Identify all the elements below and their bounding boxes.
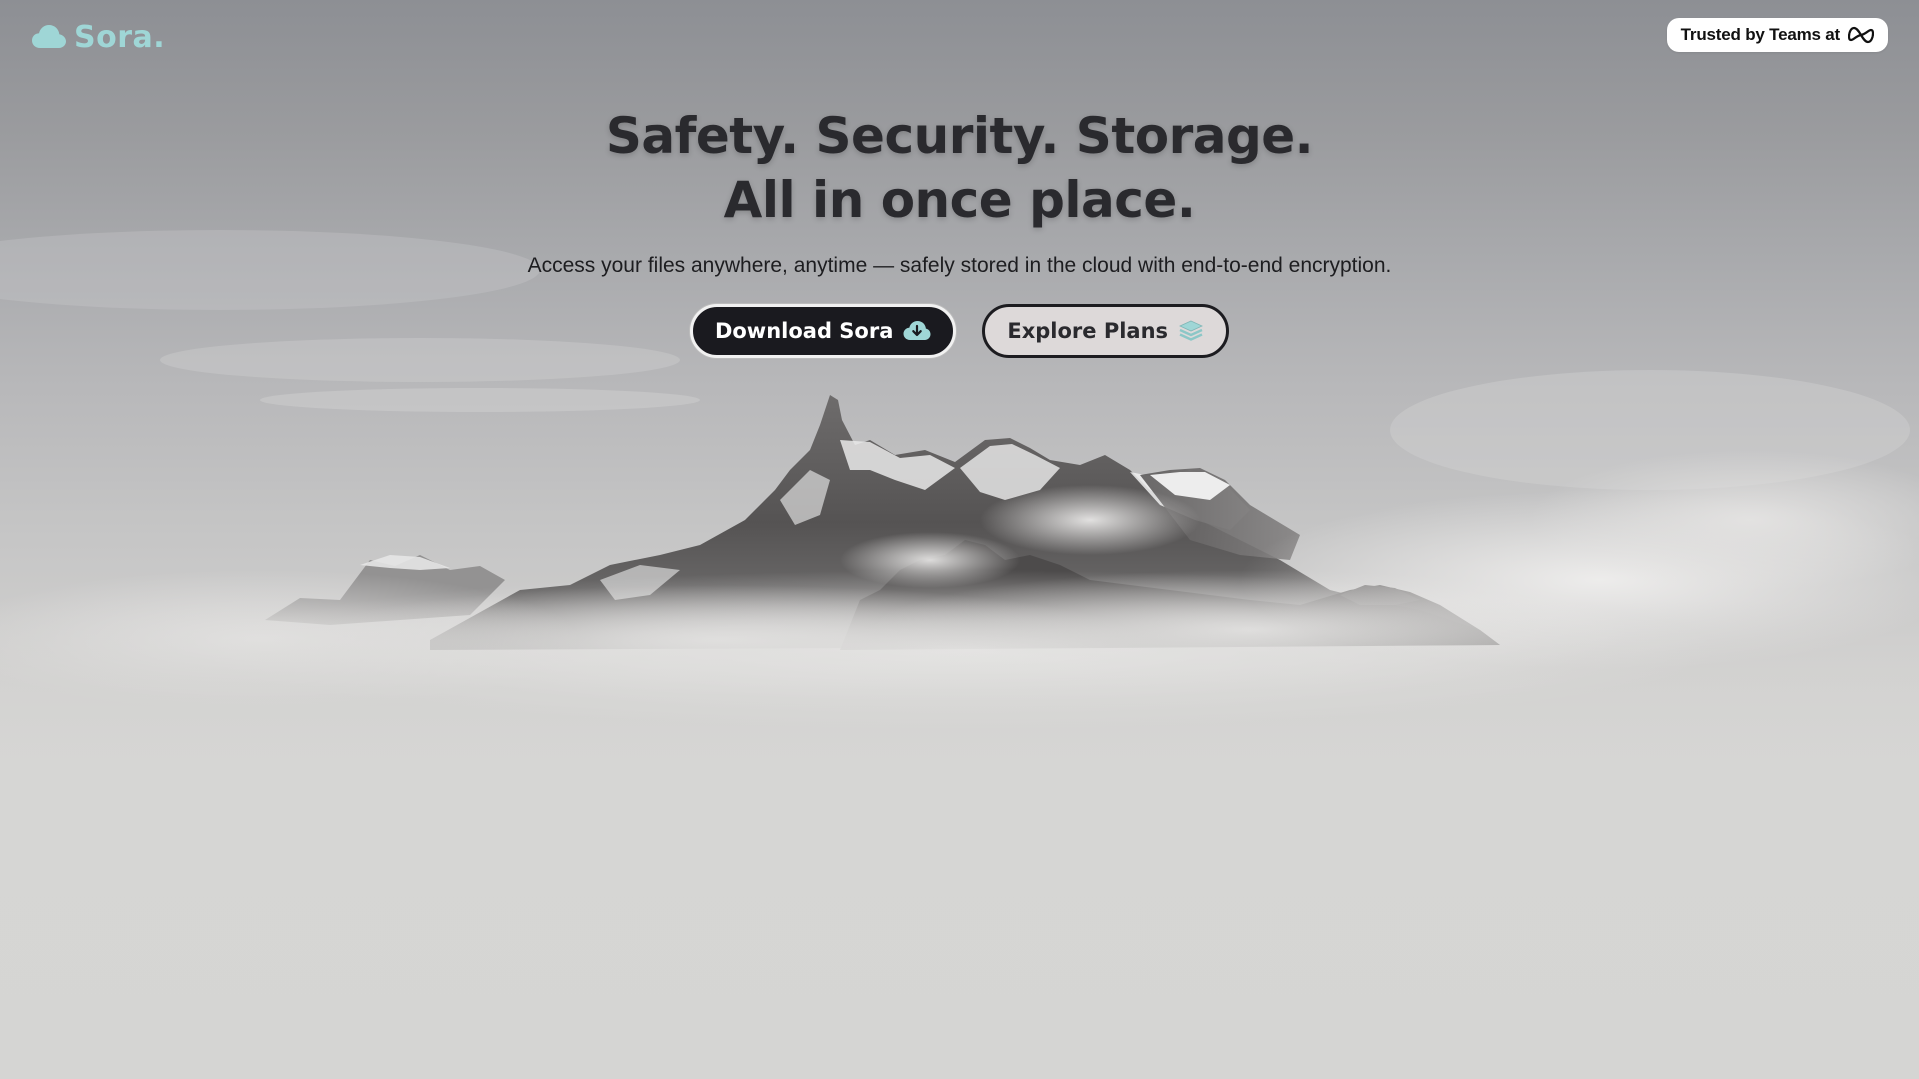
cloud-download-icon bbox=[903, 320, 931, 342]
hero-section: Safety. Security. Storage. All in once p… bbox=[0, 104, 1919, 358]
brand-name: Sora. bbox=[74, 19, 166, 55]
download-button-label: Download Sora bbox=[714, 319, 894, 343]
headline-line-2: All in once place. bbox=[723, 171, 1196, 229]
download-button[interactable]: Download Sora bbox=[689, 304, 957, 358]
explore-plans-button-label: Explore Plans bbox=[1007, 319, 1169, 343]
meta-logo-icon bbox=[1848, 26, 1874, 44]
hero-subtitle: Access your files anywhere, anytime — sa… bbox=[527, 254, 1392, 277]
trust-badge: Trusted by Teams at bbox=[1666, 18, 1888, 52]
cta-group: Download Sora Explore Plans bbox=[0, 304, 1919, 358]
cloud-icon bbox=[32, 24, 66, 50]
explore-plans-button[interactable]: Explore Plans bbox=[982, 304, 1230, 358]
headline-line-1: Safety. Security. Storage. bbox=[605, 107, 1314, 165]
brand-logo[interactable]: Sora. bbox=[32, 18, 165, 56]
trust-badge-label: Trusted by Teams at bbox=[1680, 25, 1841, 44]
layers-icon bbox=[1178, 318, 1204, 344]
hero-headline: Safety. Security. Storage. All in once p… bbox=[0, 104, 1919, 232]
